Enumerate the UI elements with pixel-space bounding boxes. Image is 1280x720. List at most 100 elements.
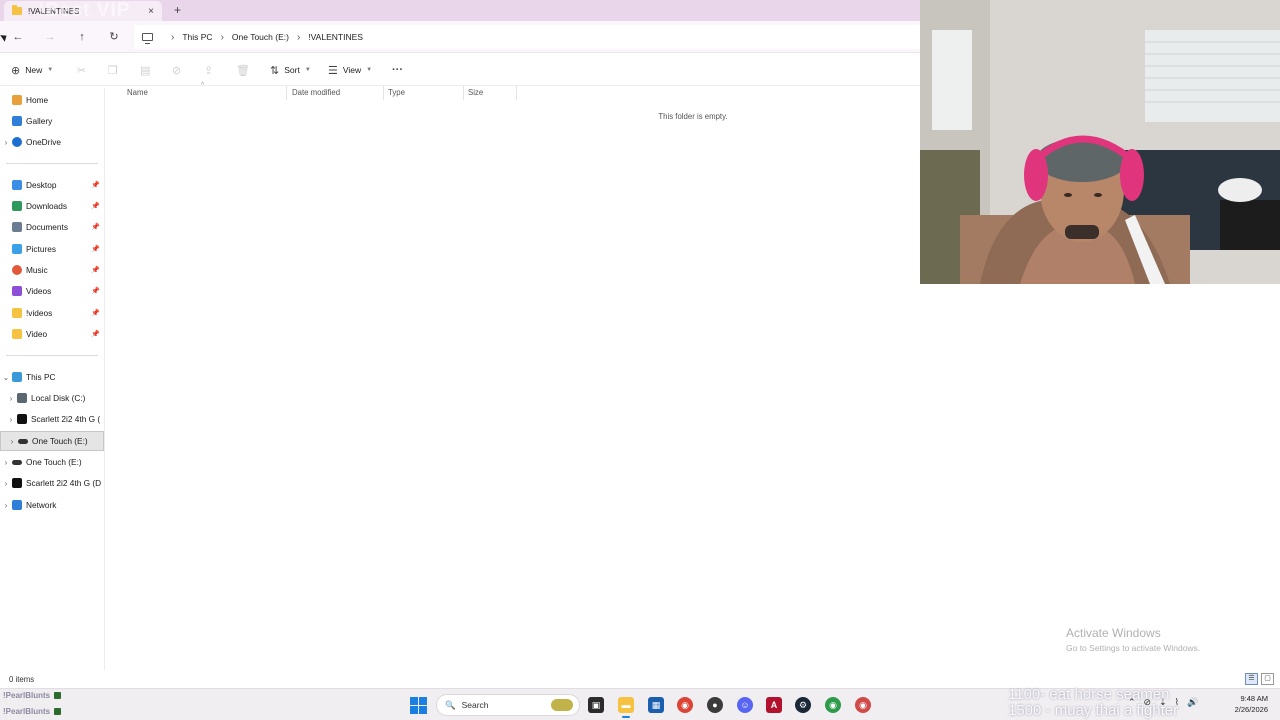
divider [6, 163, 98, 164]
new-button[interactable]: ⊕ New ▼ [11, 62, 53, 78]
new-tab-button[interactable]: + [174, 3, 181, 17]
breadcrumb-this-pc[interactable]: This PC [182, 32, 212, 42]
view-button[interactable]: ☰ View ▼ [328, 62, 372, 78]
nav-item-onedrive[interactable]: › OneDrive [0, 132, 104, 152]
chevron-right-icon[interactable]: › [0, 138, 12, 147]
stream-label-text: !PearlBlunts [3, 691, 51, 700]
volume-icon[interactable]: 🔊 [1187, 697, 1198, 708]
tiles-view-icon[interactable]: ▢ [1261, 673, 1274, 685]
pin-icon: 📌 [91, 331, 100, 338]
pin-icon: 📌 [91, 246, 100, 253]
breadcrumb-valentines[interactable]: !VALENTINES [308, 32, 363, 42]
chrome-icon[interactable]: ◉ [677, 697, 693, 713]
clock[interactable]: 9:48 AM 2/26/2026 [1228, 693, 1268, 715]
column-header-date-modified[interactable]: Date modified [292, 88, 340, 100]
search-highlight-icon [551, 699, 573, 711]
external-drive-icon [18, 438, 28, 444]
chevron-right-icon[interactable]: › [0, 479, 12, 488]
address-bar[interactable]: › This PC › One Touch (E:) › !VALENTINES [134, 25, 920, 49]
nav-item-videos[interactable]: Videos 📌 [0, 281, 104, 301]
activation-watermark: Activate Windows Go to Settings to activ… [1066, 626, 1200, 653]
taskbar-search[interactable]: 🔍 Search [436, 694, 580, 716]
cut-button[interactable]: ✂ [77, 62, 86, 78]
back-arrow-icon[interactable]: ← [10, 30, 26, 44]
sort-icon: ⇅ [270, 64, 280, 77]
sort-button[interactable]: ⇅ Sort ▼ [270, 62, 311, 78]
nav-label: OneDrive [26, 137, 62, 147]
nav-item-one-touch-selected[interactable]: › One Touch (E:) [0, 431, 104, 451]
chevron-right-icon[interactable]: › [6, 437, 18, 446]
chevron-right-icon[interactable]: › [0, 501, 12, 510]
obs-icon[interactable]: ● [707, 697, 723, 713]
chrome-profile-2-icon[interactable]: ◉ [855, 697, 871, 713]
copy-button[interactable]: ❐ [108, 62, 118, 78]
network-icon [12, 500, 22, 510]
clock-date: 2/26/2026 [1234, 705, 1268, 714]
breadcrumb-one-touch[interactable]: One Touch (E:) [232, 32, 289, 42]
nav-item-documents[interactable]: Documents 📌 [0, 217, 104, 237]
nav-label: Scarlett 2i2 4th G (D [26, 478, 102, 488]
column-divider[interactable] [286, 86, 287, 100]
document-icon [12, 222, 22, 232]
forward-arrow-icon[interactable]: → [42, 30, 58, 44]
nav-item-scarlett-drive-2[interactable]: › Scarlett 2i2 4th G (D [0, 473, 104, 493]
nav-label: Video [26, 329, 48, 339]
chevron-down-icon[interactable]: ⌄ [0, 373, 12, 382]
column-divider[interactable] [383, 86, 384, 100]
column-divider[interactable] [516, 86, 517, 100]
network-icon[interactable]: ⊘ [1144, 697, 1152, 708]
nav-item-music[interactable]: Music 📌 [0, 260, 104, 280]
more-options-button[interactable]: ··· [392, 62, 403, 78]
drive-icon [17, 393, 27, 403]
nav-item-pictures[interactable]: Pictures 📌 [0, 239, 104, 259]
share-button[interactable]: ⇪ [204, 62, 213, 78]
column-header-name[interactable]: Name [127, 88, 148, 100]
details-view-icon[interactable]: ☰ [1245, 673, 1258, 685]
column-divider[interactable] [463, 86, 464, 100]
chevron-up-icon[interactable]: ⌃ [1128, 697, 1136, 708]
refresh-icon[interactable]: ↻ [106, 30, 122, 44]
chrome-profile-icon[interactable]: ◉ [825, 697, 841, 713]
discord-icon[interactable]: ☺ [737, 697, 753, 713]
nav-item-one-touch[interactable]: › One Touch (E:) [0, 452, 104, 472]
up-arrow-icon[interactable]: ↑ [74, 30, 90, 44]
nav-item-desktop[interactable]: Desktop 📌 [0, 175, 104, 195]
paste-button[interactable]: ▤ [140, 62, 150, 78]
nav-item-network[interactable]: › Network [0, 495, 104, 515]
chevron-right-icon[interactable]: › [5, 415, 17, 424]
nav-label: Local Disk (C:) [31, 393, 86, 403]
windows-start-icon[interactable] [410, 697, 427, 714]
chevron-right-icon[interactable]: › [221, 32, 224, 43]
rename-button[interactable]: ⊘ [172, 62, 181, 78]
nav-item-home[interactable]: Home [0, 90, 104, 110]
nav-item-video-folder[interactable]: Video 📌 [0, 324, 104, 344]
store-icon[interactable]: ▦ [648, 697, 664, 713]
nav-item-downloads[interactable]: Downloads 📌 [0, 196, 104, 216]
nav-item-videos-folder[interactable]: !videos 📌 [0, 303, 104, 323]
battery-icon[interactable]: ⇣ [1159, 697, 1167, 708]
task-view-icon[interactable]: ▣ [588, 697, 604, 713]
chevron-right-icon[interactable]: › [297, 32, 300, 43]
chevron-right-icon[interactable]: › [171, 32, 174, 43]
divider [6, 355, 98, 356]
nav-item-this-pc[interactable]: ⌄ This PC [0, 367, 104, 387]
column-header-size[interactable]: Size [468, 88, 483, 100]
wifi-icon[interactable]: ⌇ [1175, 697, 1179, 708]
nav-item-gallery[interactable]: Gallery [0, 111, 104, 131]
close-tab-icon[interactable]: × [144, 6, 158, 17]
status-item-count: 0 items [9, 675, 35, 684]
steam-icon[interactable]: ⚙ [795, 697, 811, 713]
pin-icon: 📌 [91, 267, 100, 274]
acrobat-icon[interactable]: A [766, 697, 782, 713]
scarlett-drive-icon [12, 478, 22, 488]
stream-label: !PearlBlunts [3, 691, 62, 700]
column-header-type[interactable]: Type [388, 88, 405, 100]
nav-item-scarlett-drive[interactable]: › Scarlett 2i2 4th G ( [0, 409, 104, 429]
chevron-right-icon[interactable]: › [5, 394, 17, 403]
chevron-right-icon[interactable]: › [0, 458, 12, 467]
nav-label: Pictures [26, 244, 56, 254]
nav-label: One Touch (E:) [26, 457, 82, 467]
delete-button[interactable]: 🗑 [236, 62, 250, 78]
nav-item-local-disk[interactable]: › Local Disk (C:) [0, 388, 104, 408]
file-explorer-icon[interactable]: ▬ [618, 697, 634, 718]
